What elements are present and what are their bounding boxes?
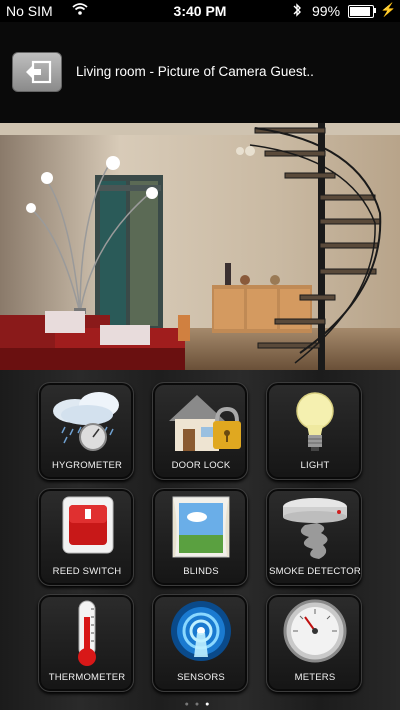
sensors-icon [171,601,231,661]
battery-icon [348,5,374,18]
tile-blinds[interactable]: BLINDS [152,488,248,586]
tile-label: BLINDS [183,566,219,577]
battery-percent: 99% [312,3,341,19]
tile-thermometer[interactable]: THERMOMETER [38,594,134,692]
page-title: Living room - Picture of Camera Guest.. [76,64,314,79]
tile-label: DOOR LOCK [171,460,231,471]
smoke-detector-icon [283,498,347,559]
page-dot-active: ● [205,701,216,708]
tile-smoke-detector[interactable]: SMOKE DETECTOR [266,488,362,586]
door-lock-icon [169,395,241,451]
page-dot: ● [184,701,195,708]
tile-label: LIGHT [300,460,330,471]
tile-label: METERS [294,672,336,683]
camera-picture [0,123,400,370]
tile-reed-switch[interactable]: REED SWITCH [38,488,134,586]
device-grid: HYGROMETER DOOR LOCK LIGHT REED SWITCH B… [0,370,400,710]
tile-label: REED SWITCH [52,566,122,577]
back-button[interactable] [12,52,62,92]
bluetooth-icon [292,2,302,21]
blinds-icon [172,496,230,558]
page-dot: ● [194,701,206,708]
tile-door-lock[interactable]: DOOR LOCK [152,382,248,480]
tile-label: SENSORS [177,672,225,683]
header: Living room - Picture of Camera Guest.. [0,22,400,123]
tile-label: THERMOMETER [48,672,126,683]
reed-switch-icon [62,496,114,554]
thermometer-icon [78,600,96,666]
tile-meters[interactable]: METERS [266,594,362,692]
tile-label: HYGROMETER [51,460,123,471]
page-indicator[interactable]: ●●● [0,701,400,708]
tile-label: SMOKE DETECTOR [269,566,361,577]
hygrometer-icon [53,392,119,451]
tile-hygrometer[interactable]: HYGROMETER [38,382,134,480]
status-bar: No SIM 3:40 PM 99% ⚡ [0,0,400,22]
battery-tip [374,8,376,13]
back-arrow-icon [26,60,52,84]
charging-icon: ⚡ [380,2,397,17]
tile-sensors[interactable]: SENSORS [152,594,248,692]
tile-light[interactable]: LIGHT [266,382,362,480]
meters-icon [283,599,347,663]
light-bulb-icon [296,392,334,451]
